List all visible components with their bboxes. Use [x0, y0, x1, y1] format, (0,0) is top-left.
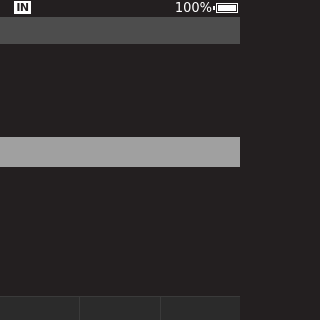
input-mode-icon: IN [14, 1, 31, 14]
status-bar: IN 100% [0, 0, 240, 17]
highlighted-list-item[interactable] [0, 137, 240, 167]
softkey-bar [0, 296, 240, 320]
content-area [0, 44, 240, 296]
left-softkey[interactable] [0, 296, 80, 320]
battery-cap [213, 6, 215, 10]
battery-fill [218, 5, 236, 11]
right-softkey[interactable] [159, 296, 240, 320]
battery-percent: 100% [174, 1, 212, 16]
header-bar [0, 17, 240, 44]
battery-icon [213, 3, 238, 13]
center-softkey[interactable] [79, 296, 160, 320]
